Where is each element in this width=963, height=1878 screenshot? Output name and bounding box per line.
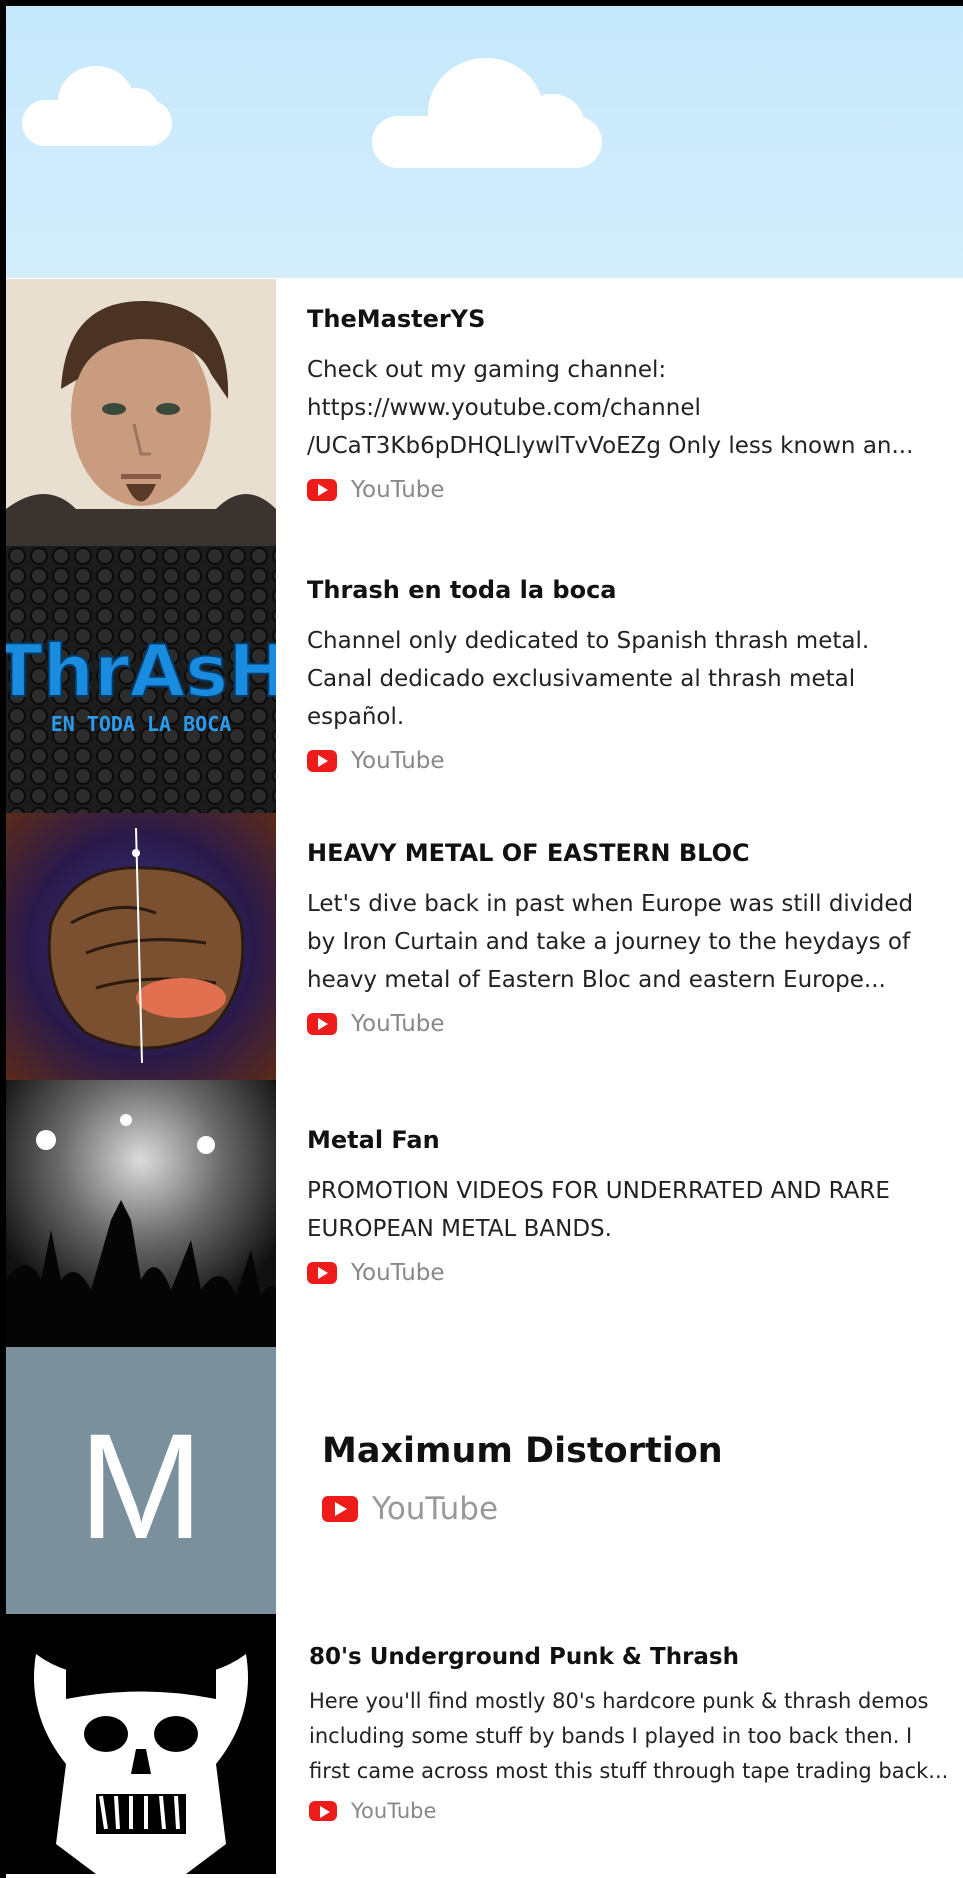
- channel-thumbnail[interactable]: [6, 279, 276, 546]
- channel-title[interactable]: Metal Fan: [307, 1126, 963, 1154]
- channel-thumbnail[interactable]: [6, 1080, 276, 1347]
- channel-card-maximum-distortion[interactable]: M Maximum Distortion YouTube: [6, 1347, 963, 1614]
- source-link[interactable]: YouTube: [307, 477, 963, 503]
- thrash-logo-image: ThrAsH EN TODA LA BOCA: [6, 546, 276, 813]
- source-link[interactable]: YouTube: [307, 748, 963, 774]
- youtube-icon: [307, 479, 337, 501]
- channel-title[interactable]: Maximum Distortion: [322, 1431, 963, 1471]
- app-frame: TheMasterYS Check out my gaming channel:…: [6, 6, 963, 1878]
- youtube-icon: [307, 1013, 337, 1035]
- logo-subtext: EN TODA LA BOCA: [51, 712, 232, 736]
- source-label: YouTube: [351, 1011, 445, 1037]
- description-line: PROMOTION VIDEOS FOR UNDERRATED AND RARE: [307, 1178, 890, 1204]
- description-line: /UCaT3Kb6pDHQLlywlTvVoEZg Only less know…: [307, 433, 914, 459]
- channel-description: Let's dive back in past when Europe was …: [307, 885, 963, 999]
- source-label: YouTube: [351, 1260, 445, 1286]
- description-line: first came across most this stuff throug…: [309, 1759, 949, 1783]
- description-line: Let's dive back in past when Europe was …: [307, 891, 914, 917]
- source-label: YouTube: [351, 477, 445, 503]
- channel-thumbnail[interactable]: ThrAsH EN TODA LA BOCA: [6, 546, 276, 813]
- youtube-icon: [322, 1496, 358, 1522]
- channel-thumbnail[interactable]: [6, 1614, 276, 1874]
- avatar-letter: M: [78, 1401, 204, 1570]
- description-line: español.: [307, 704, 405, 730]
- youtube-icon: [309, 1801, 337, 1821]
- description-line: https://www.youtube.com/channel: [307, 395, 701, 421]
- source-label: YouTube: [372, 1491, 499, 1527]
- logo-text: ThrAsH: [6, 629, 276, 713]
- channel-description: Channel only dedicated to Spanish thrash…: [307, 622, 963, 736]
- source-link[interactable]: YouTube: [307, 1011, 963, 1037]
- channel-list: TheMasterYS Check out my gaming channel:…: [6, 279, 963, 1874]
- skull-emblem-image: [6, 1614, 276, 1874]
- channel-card-thrash-en-toda-la-boca[interactable]: ThrAsH EN TODA LA BOCA Thrash en toda la…: [6, 546, 963, 813]
- description-line: Channel only dedicated to Spanish thrash…: [307, 628, 870, 654]
- description-line: by Iron Curtain and take a journey to th…: [307, 929, 911, 955]
- cloud-decoration: [22, 66, 172, 146]
- description-line: Canal dedicado exclusivamente al thrash …: [307, 666, 856, 692]
- channel-card-metal-fan[interactable]: Metal Fan PROMOTION VIDEOS FOR UNDERRATE…: [6, 1080, 963, 1347]
- channel-card-80s-underground[interactable]: 80's Underground Punk & Thrash Here you'…: [6, 1614, 963, 1874]
- source-link[interactable]: YouTube: [307, 1260, 963, 1286]
- channel-card-heavy-metal-eastern-bloc[interactable]: HEAVY METAL OF EASTERN BLOC Let's dive b…: [6, 813, 963, 1080]
- channel-title[interactable]: 80's Underground Punk & Thrash: [309, 1644, 963, 1670]
- source-link[interactable]: YouTube: [309, 1799, 963, 1823]
- youtube-icon: [307, 1262, 337, 1284]
- source-label: YouTube: [351, 1799, 437, 1823]
- youtube-icon: [307, 750, 337, 772]
- source-link[interactable]: YouTube: [322, 1491, 963, 1527]
- channel-thumbnail[interactable]: [6, 813, 276, 1080]
- description-line: EUROPEAN METAL BANDS.: [307, 1216, 612, 1242]
- channel-description: PROMOTION VIDEOS FOR UNDERRATED AND RARE…: [307, 1172, 963, 1248]
- fist-artwork-image: [6, 813, 276, 1080]
- cloud-decoration: [372, 58, 602, 168]
- description-line: heavy metal of Eastern Bloc and eastern …: [307, 967, 886, 993]
- description-line: Check out my gaming channel:: [307, 357, 667, 383]
- concert-crowd-image: [6, 1080, 276, 1347]
- portrait-image: [6, 279, 276, 546]
- source-label: YouTube: [351, 748, 445, 774]
- channel-description: Here you'll find mostly 80's hardcore pu…: [309, 1684, 963, 1789]
- channel-title[interactable]: Thrash en toda la boca: [307, 576, 963, 604]
- channel-title[interactable]: HEAVY METAL OF EASTERN BLOC: [307, 839, 963, 867]
- description-line: Here you'll find mostly 80's hardcore pu…: [309, 1689, 929, 1713]
- channel-avatar[interactable]: M: [6, 1347, 276, 1614]
- channel-card-themasterys[interactable]: TheMasterYS Check out my gaming channel:…: [6, 279, 963, 546]
- description-line: including some stuff by bands I played i…: [309, 1724, 913, 1748]
- channel-title[interactable]: TheMasterYS: [307, 305, 963, 333]
- channel-description: Check out my gaming channel: https://www…: [307, 351, 963, 465]
- sky-header: [6, 6, 963, 278]
